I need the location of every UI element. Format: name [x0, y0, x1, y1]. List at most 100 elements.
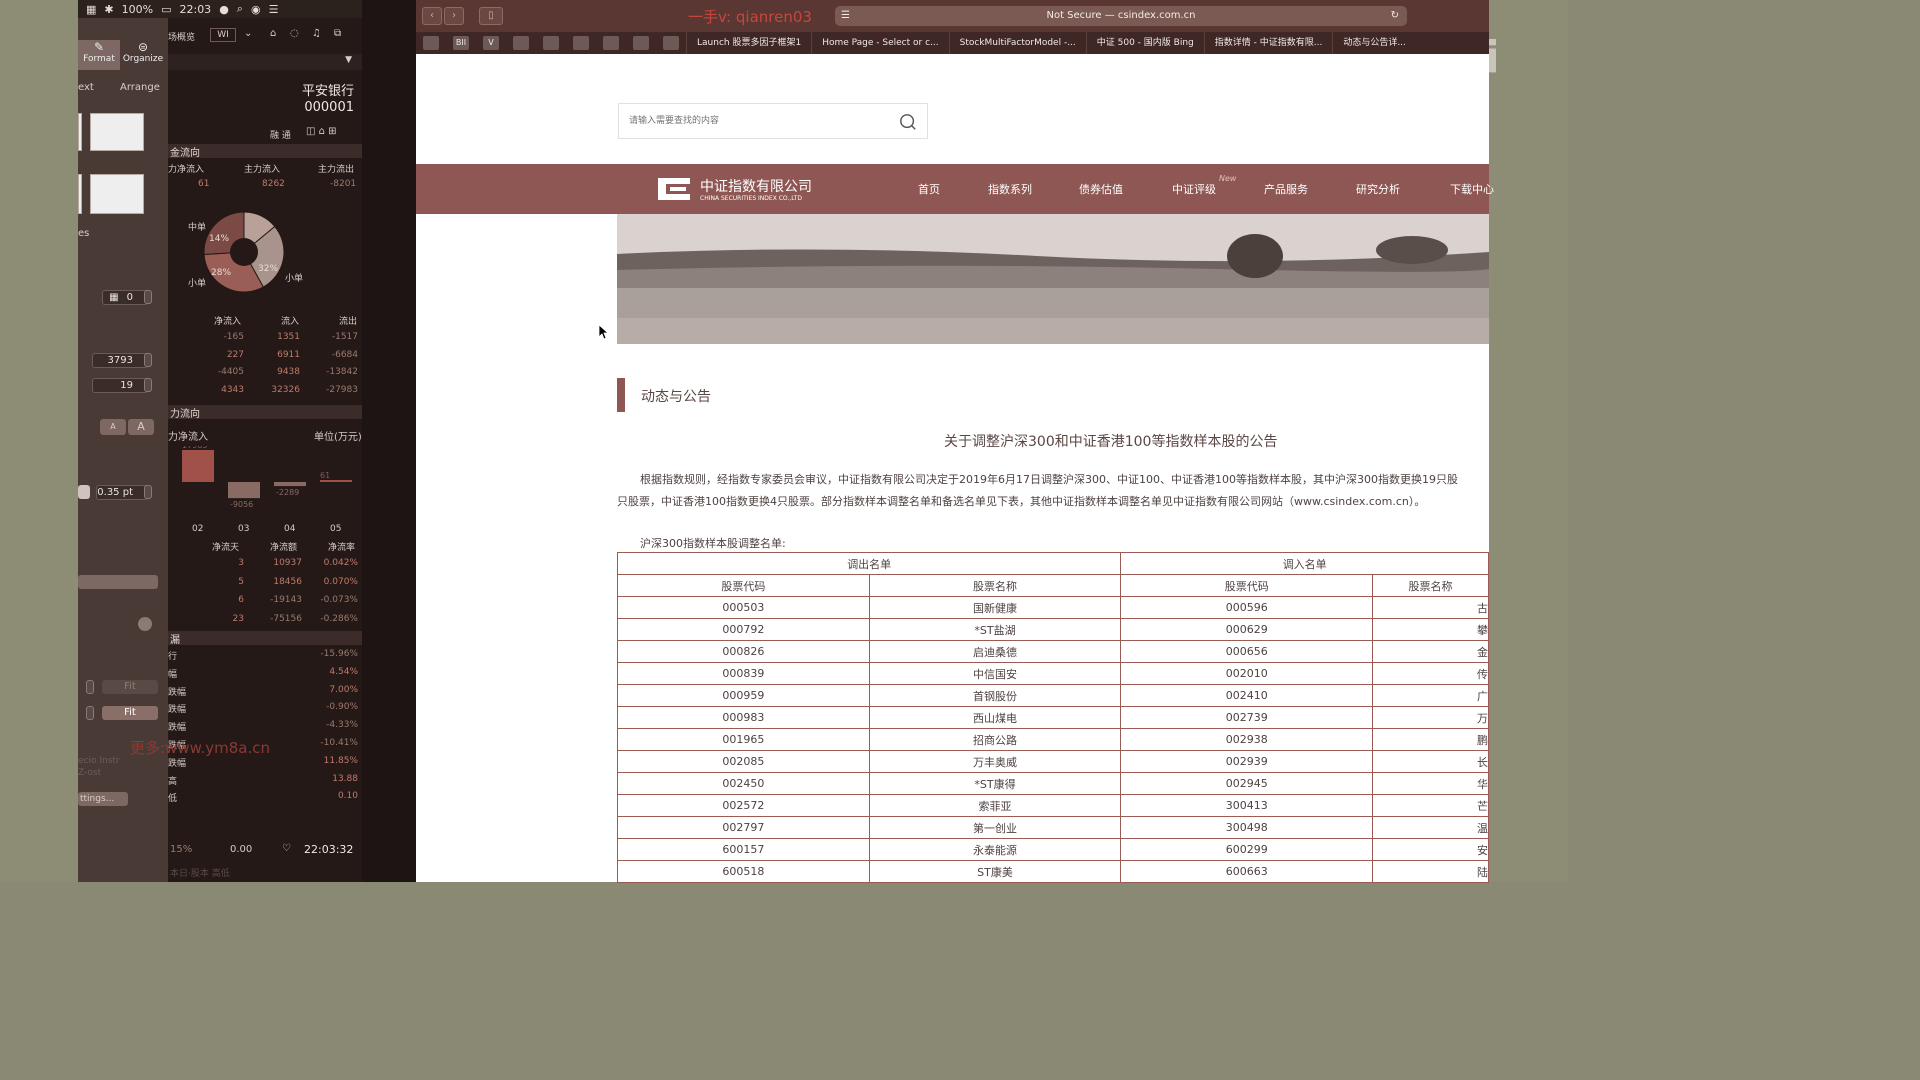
fit-button-disabled[interactable]: Fit [102, 680, 158, 694]
stepper[interactable] [144, 290, 152, 304]
count-field[interactable]: 19 [92, 378, 148, 393]
siri-icon[interactable]: ◉ [251, 3, 261, 16]
dropdown-arrow-icon: ▼ [345, 55, 352, 65]
clock[interactable]: 22:03 [179, 3, 211, 16]
battery-icon[interactable]: ▭ [161, 3, 171, 16]
segmented-control[interactable] [78, 575, 158, 589]
browser-tab[interactable]: Launch 股票多因子框架1 [686, 32, 811, 54]
bar-axis-label: 03 [238, 524, 250, 534]
table-cell: 0.070% [323, 576, 358, 587]
address-bar[interactable]: ☰ Not Secure — csindex.com.cn ↻ [835, 6, 1407, 26]
favorite-icon[interactable]: BII [453, 36, 469, 50]
slide-thumbnail[interactable] [90, 113, 144, 151]
fund-flow-header: 金流向 [168, 144, 362, 159]
favorite-icon[interactable] [663, 36, 679, 50]
slide-thumbnail[interactable] [90, 174, 144, 214]
back-button[interactable]: ‹ [422, 7, 442, 25]
table-cell: -13842 [326, 367, 358, 377]
user-icon[interactable]: ● [219, 3, 229, 16]
main-flow-header: 力流向 [168, 405, 362, 420]
favorite-icon[interactable] [543, 36, 559, 50]
browser-toolbar: ‹ › ▯ 一手v: qianren03 ☰ Not Secure — csin… [416, 0, 1489, 32]
favorite-icon[interactable] [513, 36, 529, 50]
chevron-down-icon[interactable]: ⌄ [244, 28, 252, 39]
margin-icons[interactable]: 融 通 [270, 128, 291, 141]
decrease-font-button[interactable]: A [100, 419, 126, 435]
browser-tab[interactable]: Home Page - Select or c... [811, 32, 948, 54]
bluetooth-icon[interactable]: ✱ [104, 3, 113, 16]
column-header: 股票名称 [1372, 574, 1489, 597]
table-row: 000503 国新健康 000596 古 [617, 596, 1489, 619]
column-header: 股票代码 [1120, 574, 1374, 597]
table-cell: -75156 [270, 613, 302, 624]
nav-item[interactable]: 债券估值 [1079, 181, 1123, 197]
arrange-subtab[interactable]: Arrange [120, 82, 160, 93]
format-tab[interactable]: ✎ Format [78, 40, 120, 70]
table-cell: 国新健康 [868, 596, 1122, 619]
browser-tab[interactable]: StockMultiFactorModel -... [948, 32, 1086, 54]
favorite-icon[interactable] [423, 36, 439, 50]
heart-icon[interactable]: ♡ [282, 843, 291, 854]
window-selector[interactable]: WI [210, 28, 236, 42]
stepper[interactable] [144, 353, 152, 367]
pie-label: 28% [211, 268, 231, 278]
favorite-icon[interactable]: V [483, 36, 499, 50]
fit-button[interactable]: Fit [102, 706, 158, 720]
size-field[interactable]: 3793 [92, 353, 148, 368]
table-field[interactable]: ▦ 0 [102, 290, 148, 305]
nav-item[interactable]: 产品服务 [1264, 181, 1308, 197]
nav-item[interactable]: 首页 [918, 181, 940, 197]
csindex-logo[interactable]: 中证指数有限公司 CHINA SECURITIES INDEX CO.,LTD [656, 176, 812, 205]
nav-item[interactable]: 下载中心 [1450, 181, 1494, 197]
logo-mark-icon [658, 178, 690, 200]
home-icon[interactable]: ⌂ [270, 28, 276, 39]
stepper[interactable] [144, 485, 152, 499]
browser-tab[interactable]: 动态与公告详... [1332, 32, 1416, 54]
table-cell: 金 [1372, 640, 1489, 663]
increase-font-button[interactable]: A [128, 419, 154, 435]
text-subtab[interactable]: ext [78, 82, 94, 93]
bar-axis: 02 03 04 05 [168, 524, 362, 536]
stepper[interactable] [144, 378, 152, 392]
table-cell: 0.042% [323, 558, 358, 568]
reload-icon[interactable]: ↻ [1391, 6, 1399, 26]
flow-col: 力净流入 [168, 165, 205, 175]
color-picker-icon[interactable] [138, 617, 152, 631]
color-well[interactable] [78, 485, 90, 499]
nav-item[interactable]: 中证评级 [1172, 181, 1216, 197]
settings-button[interactable]: ttings... [78, 792, 128, 806]
organize-tab[interactable]: ⊜ Organize [122, 40, 164, 70]
stepper[interactable] [86, 680, 94, 694]
table-cell: 温 [1372, 816, 1489, 839]
search-icon[interactable] [899, 113, 917, 131]
control-center-icon[interactable]: ☰ [269, 3, 279, 16]
window-icon[interactable]: ⧉ [334, 28, 341, 39]
selector-bar[interactable]: ▼ [168, 54, 362, 70]
search-input[interactable] [619, 104, 879, 138]
chat-icon[interactable]: ◌ [290, 28, 299, 39]
browser-tab[interactable]: 指数详情 - 中证指数有限... [1203, 32, 1333, 54]
nav-item[interactable]: 指数系列 [988, 181, 1032, 197]
search-icon[interactable]: ⌕ [237, 2, 243, 16]
favorite-icon[interactable] [633, 36, 649, 50]
nav-item[interactable]: 研究分析 [1356, 181, 1400, 197]
favorites-and-tabs: BII V Launch 股票多因子框架1 Home Page - Select or… [416, 32, 1489, 54]
stepper[interactable] [86, 706, 94, 720]
table-cell: 000503 [617, 596, 870, 619]
forward-button[interactable]: › [444, 7, 464, 25]
favorite-icon[interactable] [573, 36, 589, 50]
market-overview-tab[interactable]: 场概览 [168, 30, 195, 43]
chart-icon[interactable]: ◫ ⌂ ⊞ [306, 126, 337, 137]
bell-icon[interactable]: ♫ [312, 28, 321, 39]
calendar-icon[interactable]: ▦ [86, 3, 96, 16]
reader-icon[interactable]: ☰ [841, 6, 850, 26]
table-cell: 4343 [221, 384, 244, 395]
metric-value: 4.54% [329, 666, 358, 677]
slide-thumb-left[interactable] [78, 113, 82, 151]
stroke-width-field[interactable]: 0.35 pt [96, 485, 148, 500]
browser-tab[interactable]: 中证 500 - 国内版 Bing [1085, 32, 1204, 54]
slide-thumb-left[interactable] [78, 174, 82, 214]
favorite-icon[interactable] [603, 36, 619, 50]
table-cell: 002938 [1120, 728, 1374, 751]
sidebar-toggle-icon[interactable]: ▯ [479, 7, 503, 25]
